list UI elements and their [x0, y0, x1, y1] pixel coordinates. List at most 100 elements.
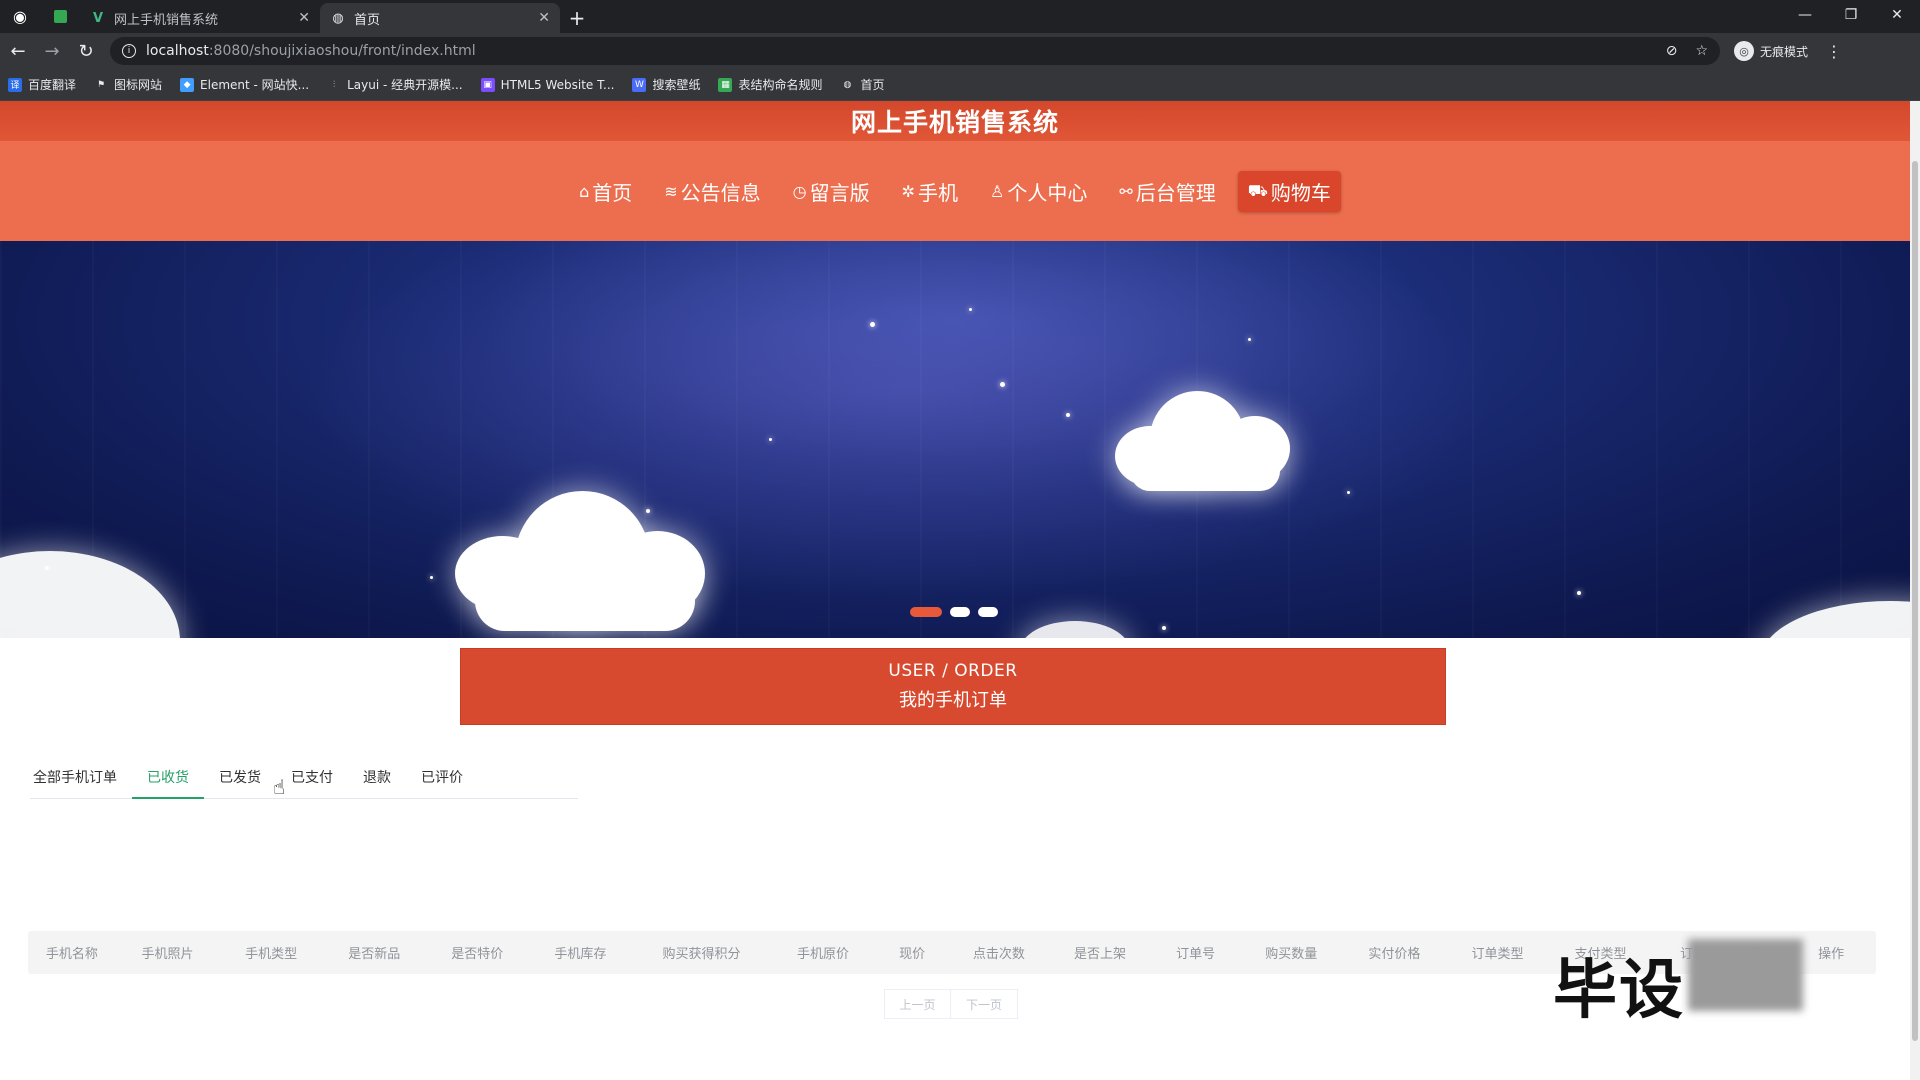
column-header[interactable]: 是否特价: [426, 943, 530, 962]
window-controls: — ❐ ✕: [1782, 0, 1920, 33]
bookmark-label: 首页: [860, 78, 885, 92]
browser-toolbar: ← → ↻ i localhost:8080/shoujixiaoshou/fr…: [0, 33, 1920, 69]
section-header: USER / ORDER 我的手机订单: [460, 648, 1446, 725]
carousel-dot-active[interactable]: [910, 607, 942, 617]
bookmark-label: 图标网站: [114, 78, 163, 92]
column-header[interactable]: 是否上架: [1048, 943, 1152, 962]
omnibox-actions: ⊘ ☆: [1666, 43, 1708, 59]
bookmark-item[interactable]: ⫶ Layui - 经典开源模...: [327, 76, 463, 93]
star-decoration: [646, 509, 650, 513]
bookmark-item[interactable]: 译百度翻译: [8, 76, 76, 93]
browser-tab-2[interactable]: ◍ 首页 ✕: [320, 3, 560, 33]
banner-wood-texture: [0, 241, 1910, 638]
nav-label: 手机: [918, 180, 959, 205]
column-header[interactable]: 实付价格: [1343, 943, 1446, 962]
bookmark-item[interactable]: W 搜索壁纸: [632, 76, 700, 93]
minimize-icon[interactable]: —: [1782, 0, 1828, 30]
forward-icon[interactable]: →: [36, 35, 68, 67]
next-page-button[interactable]: 下一页: [951, 989, 1018, 1019]
column-header[interactable]: 手机库存: [529, 943, 632, 962]
bookmarks-bar: 译百度翻译 ⚑ 图标网站 ◆ Element - 网站快... ⫶ Layui - 经…: [0, 69, 1920, 101]
column-header[interactable]: 订单号: [1152, 943, 1240, 962]
phone-icon: ✲: [901, 181, 916, 201]
globe-icon: ◍: [332, 10, 344, 26]
vue-icon: V: [92, 10, 104, 26]
globe-icon: ◍: [843, 79, 852, 90]
page-viewport: 网上手机销售系统 ⌂ 首页 ≋ 公告信息 ◷ 留言版 ✲ 手机 ♙ 个人中心 ⚯ 后台管理 …: [0, 101, 1920, 1080]
nav-item-phones[interactable]: ✲ 手机: [892, 171, 968, 212]
new-tab-button[interactable]: +: [560, 3, 594, 33]
section-header-cn: 我的手机订单: [899, 690, 1007, 711]
nav-label: 首页: [592, 180, 633, 205]
close-icon[interactable]: ✕: [298, 10, 310, 26]
browser-tab-1[interactable]: V 网上手机销售系统 ✕: [80, 3, 320, 33]
page-scrollbar[interactable]: [1910, 101, 1920, 1080]
profile-button[interactable]: ◎ 无痕模式: [1734, 41, 1808, 61]
column-header[interactable]: 购买获得积分: [632, 943, 771, 962]
bookmark-item[interactable]: ▦ 表结构命名规则: [718, 76, 822, 93]
star-decoration: [969, 308, 972, 311]
back-icon[interactable]: ←: [2, 35, 34, 67]
browser-tab-strip: ◉ V 网上手机销售系统 ✕ ◍ 首页 ✕ + — ❐ ✕: [0, 0, 1920, 33]
site-info-icon[interactable]: i: [122, 44, 136, 58]
url-host: localhost: [146, 43, 209, 59]
home-icon: ⌂: [579, 181, 590, 201]
column-header[interactable]: 手机类型: [219, 943, 323, 962]
column-header[interactable]: 订单类型: [1446, 943, 1550, 962]
browser-tab-title: 网上手机销售系统: [114, 12, 219, 28]
nav-item-profile[interactable]: ♙ 个人中心: [980, 171, 1097, 212]
user-icon: ♙: [990, 181, 1005, 201]
star-decoration: [870, 322, 875, 327]
nav-item-notice[interactable]: ≋ 公告信息: [654, 171, 770, 212]
pinned-tab[interactable]: [40, 0, 80, 33]
notice-icon: ≋: [664, 181, 678, 201]
tab-received[interactable]: 已收货: [132, 761, 204, 799]
profile-label: 无痕模式: [1760, 44, 1809, 59]
clock-icon: ◷: [792, 181, 807, 201]
close-icon[interactable]: ✕: [538, 10, 550, 26]
scrollbar-thumb[interactable]: [1912, 161, 1918, 1041]
carousel-dot[interactable]: [950, 607, 970, 617]
column-header[interactable]: 购买数量: [1239, 943, 1343, 962]
translate-icon: 译: [8, 77, 22, 92]
banner-carousel[interactable]: [0, 241, 1910, 638]
layui-icon: ⫶: [332, 79, 336, 90]
column-header[interactable]: 手机照片: [116, 943, 220, 962]
carousel-dot[interactable]: [978, 607, 998, 617]
nav-label: 个人中心: [1007, 180, 1088, 205]
bookmark-label: 搜索壁纸: [652, 78, 701, 92]
restore-icon[interactable]: ❐: [1828, 0, 1874, 30]
column-header[interactable]: 点击次数: [950, 943, 1049, 962]
tab-reviewed[interactable]: 已评价: [406, 761, 478, 798]
bookmark-label: 百度翻译: [28, 78, 77, 92]
column-header[interactable]: 现价: [875, 943, 950, 962]
bookmark-item[interactable]: ◆ Element - 网站快...: [180, 76, 309, 93]
bookmark-item[interactable]: ⚑ 图标网站: [94, 76, 162, 93]
reload-icon[interactable]: ↻: [70, 35, 102, 67]
column-header[interactable]: 是否新品: [323, 943, 426, 962]
watermark-text: 毕设: [1553, 954, 1685, 1028]
pagination: 上一页 下一页: [884, 989, 1018, 1019]
tab-refund[interactable]: 退款: [348, 761, 406, 798]
mouse-cursor-icon: ☝: [273, 775, 286, 799]
tab-all-orders[interactable]: 全部手机订单: [30, 761, 132, 798]
nav-item-admin[interactable]: ⚯ 后台管理: [1109, 171, 1225, 212]
nav-item-cart[interactable]: ⛟ 购物车: [1237, 170, 1341, 212]
column-header[interactable]: 手机名称: [28, 943, 116, 962]
prev-page-button[interactable]: 上一页: [884, 989, 951, 1019]
nav-item-home[interactable]: ⌂ 首页: [569, 171, 642, 212]
star-icon[interactable]: ☆: [1695, 43, 1708, 59]
tab-paid[interactable]: 已支付: [276, 761, 348, 798]
more-menu-icon[interactable]: ⋮: [1826, 42, 1842, 61]
column-header[interactable]: 手机原价: [771, 943, 875, 962]
tab-shipped[interactable]: 已发货: [204, 761, 276, 798]
browser-menu-icon[interactable]: ◉: [0, 0, 40, 33]
bookmark-item[interactable]: ▣ HTML5 Website T...: [480, 77, 615, 92]
eye-off-icon[interactable]: ⊘: [1666, 43, 1678, 59]
close-window-icon[interactable]: ✕: [1874, 0, 1920, 30]
nav-item-messages[interactable]: ◷ 留言版: [783, 171, 880, 212]
html5-icon: ▣: [480, 77, 495, 92]
address-bar[interactable]: i localhost:8080/shoujixiaoshou/front/in…: [110, 37, 1720, 65]
bookmark-item[interactable]: ◍ 首页: [840, 76, 885, 93]
bookmark-label: HTML5 Website T...: [500, 77, 615, 92]
